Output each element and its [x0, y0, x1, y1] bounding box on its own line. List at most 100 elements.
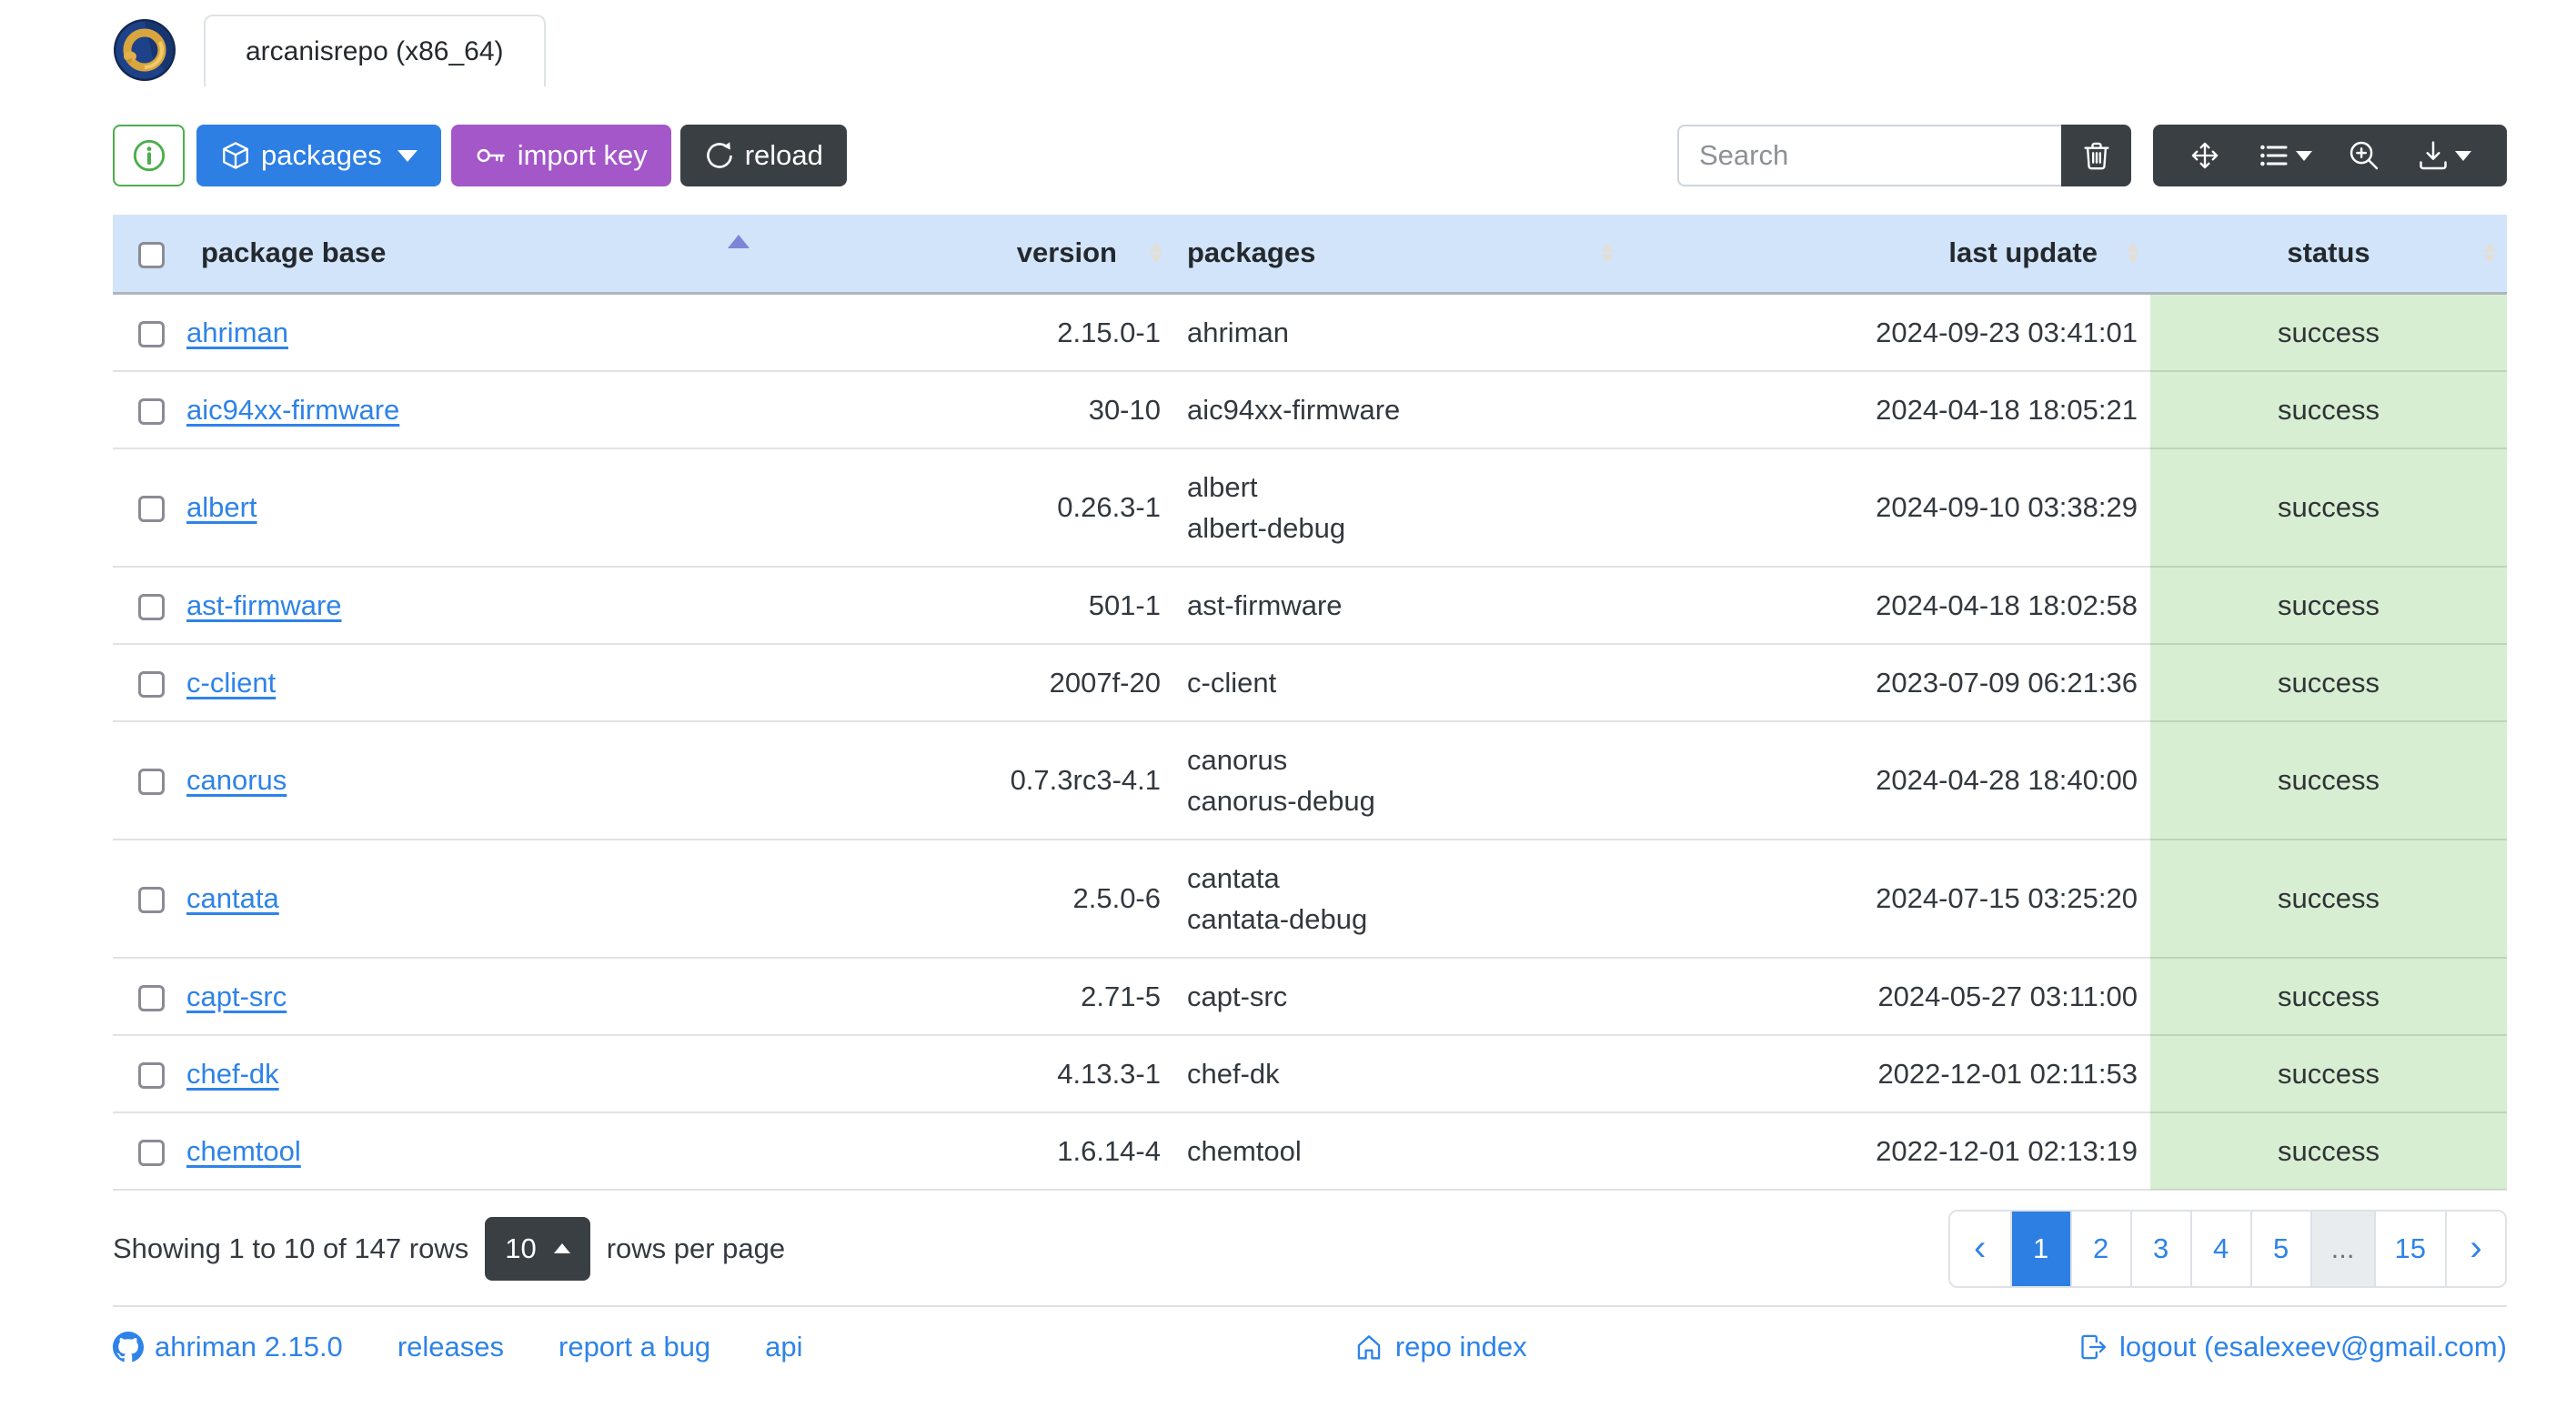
table-header-row: package base version packages last updat…	[113, 215, 2507, 295]
search-input[interactable]	[1677, 125, 2061, 186]
arrows-move-icon	[2192, 142, 2219, 169]
row-checkbox[interactable]	[138, 670, 165, 698]
chevron-down-icon	[2454, 150, 2471, 161]
repo-index-label: repo index	[1394, 1330, 1527, 1363]
list-icon	[2259, 145, 2288, 166]
package-base-link[interactable]: aic94xx-firmware	[186, 394, 399, 426]
packages-button-label: packages	[261, 139, 382, 171]
page-ellipsis[interactable]: ...	[2309, 1211, 2374, 1286]
package-base-link[interactable]: ahriman	[186, 317, 288, 348]
column-header-last-update[interactable]: last update	[1625, 215, 2150, 295]
version-cell: 1.6.14-4	[759, 1111, 1173, 1191]
logout-icon	[2081, 1334, 2107, 1359]
status-badge: success	[2278, 764, 2380, 796]
package-base-link[interactable]: c-client	[186, 667, 276, 699]
last-update-cell: 2024-04-18 18:05:21	[1625, 370, 2150, 449]
export-dropdown-button[interactable]	[2417, 139, 2471, 172]
packages-cell: chef-dk	[1173, 1034, 1625, 1113]
table-row: ast-firmware 501-1 ast-firmware 2024-04-…	[113, 566, 2507, 645]
table-row: chef-dk 4.13.3-1 chef-dk 2022-12-01 02:1…	[113, 1034, 2507, 1113]
row-checkbox[interactable]	[138, 320, 165, 347]
column-label: version	[1016, 236, 1117, 269]
import-key-button[interactable]: import key	[450, 125, 671, 186]
row-checkbox[interactable]	[138, 887, 165, 914]
status-badge: success	[2278, 588, 2380, 621]
version-cell: 30-10	[759, 370, 1173, 449]
package-base-link[interactable]: albert	[186, 491, 257, 523]
status-badge: success	[2278, 882, 2380, 914]
last-update-cell: 2023-07-09 06:21:36	[1625, 643, 2150, 722]
tab-repository[interactable]: arcanisrepo (x86_64)	[204, 15, 546, 86]
packages-cell: c-client	[1173, 643, 1625, 722]
logout-label: logout (esalexeev@gmail.com)	[2118, 1330, 2507, 1363]
package-table: package base version packages last updat…	[113, 215, 2507, 1191]
sort-icon	[1601, 243, 1614, 263]
page-button-4[interactable]: 4	[2189, 1211, 2250, 1286]
row-checkbox[interactable]	[138, 496, 165, 523]
package-base-link[interactable]: chemtool	[186, 1135, 301, 1167]
previous-page-button[interactable]: ‹	[1949, 1211, 2010, 1286]
package-base-link[interactable]: capt-src	[186, 980, 287, 1012]
table-row: ahriman 2.15.0-1 ahriman 2024-09-23 03:4…	[113, 293, 2507, 372]
status-badge: success	[2278, 980, 2380, 1012]
row-checkbox[interactable]	[138, 769, 165, 796]
api-link[interactable]: api	[765, 1331, 802, 1363]
page-size-dropdown[interactable]: 10	[485, 1216, 590, 1281]
column-header-status[interactable]: status	[2150, 215, 2507, 295]
package-table-body: ahriman 2.15.0-1 ahriman 2024-09-23 03:4…	[113, 293, 2507, 1191]
rows-per-page-label: rows per page	[606, 1232, 786, 1264]
package-base-link[interactable]: canorus	[186, 764, 287, 796]
packages-dropdown-button[interactable]: packages	[196, 125, 441, 186]
github-icon	[113, 1331, 144, 1362]
pagination: ‹ 1 2 3 4 5... 15 ›	[1947, 1209, 2507, 1288]
status-badge: success	[2278, 666, 2380, 699]
github-version-link[interactable]: ahriman 2.15.0	[113, 1331, 343, 1363]
chevron-down-icon	[2295, 150, 2312, 161]
row-checkbox[interactable]	[138, 593, 165, 620]
chevron-up-icon	[553, 1243, 570, 1253]
column-header-packages[interactable]: packages	[1173, 215, 1625, 295]
packages-cell: chemtool	[1173, 1111, 1625, 1191]
house-icon	[1357, 1334, 1381, 1359]
import-key-button-label: import key	[517, 139, 648, 171]
page-button-1[interactable]: 1	[2009, 1211, 2070, 1286]
sort-icon	[2127, 243, 2139, 263]
packages-cell: ahriman	[1173, 293, 1625, 372]
fullscreen-button[interactable]	[2189, 139, 2221, 172]
info-button[interactable]	[113, 125, 185, 186]
reload-icon	[706, 142, 732, 168]
packages-cell: cantata cantata-debug	[1173, 839, 1625, 959]
row-checkbox[interactable]	[138, 1139, 165, 1166]
package-base-link[interactable]: chef-dk	[186, 1058, 279, 1090]
repository-tab-label: arcanisrepo (x86_64)	[246, 35, 504, 66]
column-header-package-base[interactable]: package base	[186, 215, 759, 295]
next-page-button[interactable]: ›	[2445, 1211, 2505, 1286]
version-cell: 2.15.0-1	[759, 293, 1173, 372]
columns-dropdown-button[interactable]	[2258, 139, 2312, 172]
select-all-checkbox[interactable]	[138, 241, 165, 268]
page-button-3[interactable]: 3	[2129, 1211, 2190, 1286]
column-label: packages	[1187, 236, 1316, 269]
toggle-view-button[interactable]	[2348, 139, 2380, 172]
logout-link[interactable]: logout (esalexeev@gmail.com)	[2078, 1331, 2507, 1363]
status-badge: success	[2278, 393, 2380, 426]
page-button-5[interactable]: 5	[2249, 1211, 2310, 1286]
footer: ahriman 2.15.0 releases report a bug api…	[113, 1304, 2507, 1363]
report-bug-link[interactable]: report a bug	[558, 1331, 710, 1363]
repo-index-link[interactable]: repo index	[1353, 1331, 1527, 1363]
page-button-15[interactable]: 15	[2373, 1211, 2445, 1286]
clear-search-button[interactable]	[2061, 125, 2131, 186]
status-badge: success	[2278, 316, 2380, 348]
releases-link[interactable]: releases	[397, 1331, 504, 1363]
column-header-version[interactable]: version	[759, 215, 1173, 295]
row-checkbox[interactable]	[138, 397, 165, 425]
package-base-link[interactable]: ast-firmware	[186, 589, 342, 621]
row-checkbox[interactable]	[138, 984, 165, 1011]
reload-button[interactable]: reload	[679, 125, 847, 186]
table-row: canorus 0.7.3rc3-4.1 canorus canorus-debu…	[113, 720, 2507, 840]
rows-summary: Showing 1 to 10 of 147 rows	[113, 1232, 469, 1264]
package-base-link[interactable]: cantata	[186, 882, 279, 914]
page-button-2[interactable]: 2	[2069, 1211, 2130, 1286]
row-checkbox[interactable]	[138, 1061, 165, 1089]
trash-icon	[2083, 142, 2109, 170]
